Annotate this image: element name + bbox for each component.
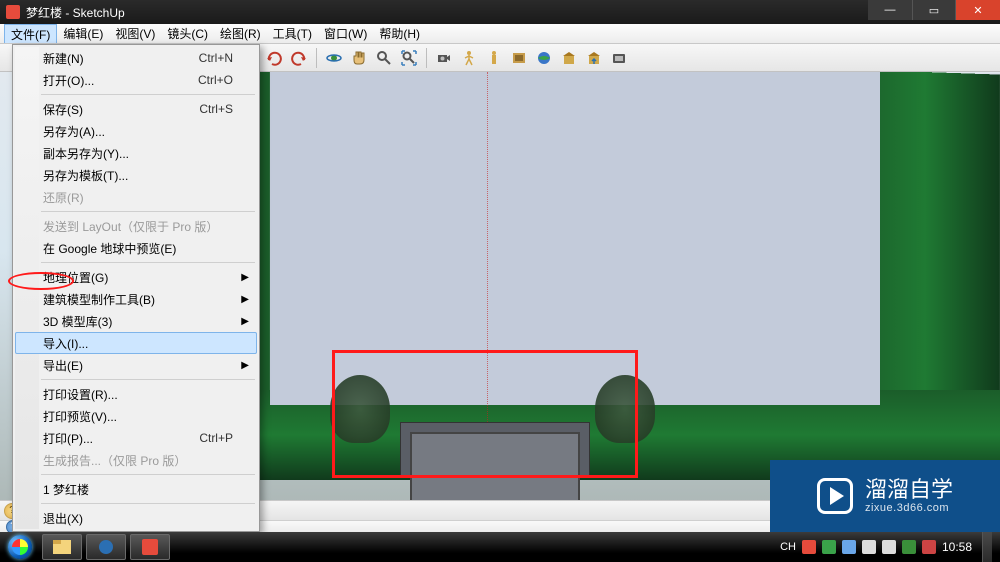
window-controls: — ▭ ✕	[868, 0, 1000, 20]
tray-icon[interactable]	[902, 540, 916, 554]
menu-file[interactable]: 文件(F)	[4, 24, 57, 43]
file-menu-dropdown: 新建(N)Ctrl+N 打开(O)...Ctrl+O 保存(S)Ctrl+S 另…	[12, 44, 260, 532]
volume-icon[interactable]	[882, 540, 896, 554]
menu-tools[interactable]: 工具(T)	[267, 24, 318, 43]
task-app-1[interactable]	[86, 534, 126, 560]
show-desktop-button[interactable]	[982, 532, 992, 562]
look-around-icon[interactable]	[483, 47, 505, 69]
menu-separator	[41, 503, 255, 504]
watermark-overlay: 溜溜自学 zixue.3d66.com	[770, 460, 1000, 532]
menubar: 文件(F) 编辑(E) 视图(V) 镜头(C) 绘图(R) 工具(T) 窗口(W…	[0, 24, 1000, 44]
undo-icon[interactable]	[263, 47, 285, 69]
menu-view[interactable]: 视图(V)	[109, 24, 161, 43]
google-earth-icon[interactable]	[533, 47, 555, 69]
menu-revert: 还原(R)	[15, 186, 257, 208]
toolbar-separator	[316, 48, 317, 68]
app-icon	[6, 5, 20, 19]
menu-geo-location[interactable]: 地理位置(G)▶	[15, 266, 257, 288]
menu-camera[interactable]: 镜头(C)	[161, 24, 214, 43]
taskbar-clock[interactable]: 10:58	[942, 541, 976, 553]
menu-separator	[41, 262, 255, 263]
tray-icon[interactable]	[842, 540, 856, 554]
menu-separator	[41, 379, 255, 380]
watermark-title: 溜溜自学	[865, 478, 953, 502]
orbit-icon[interactable]	[323, 47, 345, 69]
menu-draw[interactable]: 绘图(R)	[214, 24, 267, 43]
toolbar-separator	[426, 48, 427, 68]
position-camera-icon[interactable]	[433, 47, 455, 69]
task-sketchup[interactable]	[130, 534, 170, 560]
menu-preview-in-googleearth[interactable]: 在 Google 地球中预览(E)	[15, 237, 257, 259]
network-icon[interactable]	[862, 540, 876, 554]
walk-icon[interactable]	[458, 47, 480, 69]
menu-save-as-template[interactable]: 另存为模板(T)...	[15, 164, 257, 186]
menu-3d-warehouse[interactable]: 3D 模型库(3)▶	[15, 310, 257, 332]
windows-orb-icon	[8, 535, 32, 559]
maximize-button[interactable]: ▭	[912, 0, 956, 20]
close-button[interactable]: ✕	[956, 0, 1000, 20]
tray-icon[interactable]	[822, 540, 836, 554]
system-tray: CH 10:58	[772, 532, 1000, 562]
zoom-icon[interactable]	[373, 47, 395, 69]
menu-save-as[interactable]: 另存为(A)...	[15, 120, 257, 142]
ime-indicator[interactable]: CH	[780, 541, 796, 553]
menu-print-preview[interactable]: 打印预览(V)...	[15, 405, 257, 427]
redo-icon[interactable]	[288, 47, 310, 69]
chevron-right-icon: ▶	[241, 294, 249, 305]
start-button[interactable]	[0, 532, 40, 562]
tray-icon[interactable]	[922, 540, 936, 554]
minimize-button[interactable]: —	[868, 0, 912, 20]
menu-separator	[41, 211, 255, 212]
menu-save[interactable]: 保存(S)Ctrl+S	[15, 98, 257, 120]
menu-save-copy-as[interactable]: 副本另存为(Y)...	[15, 142, 257, 164]
chevron-right-icon: ▶	[241, 316, 249, 327]
extensions-icon[interactable]	[608, 47, 630, 69]
menu-separator	[41, 94, 255, 95]
menu-window[interactable]: 窗口(W)	[318, 24, 373, 43]
chevron-right-icon: ▶	[241, 360, 249, 371]
menu-help[interactable]: 帮助(H)	[373, 24, 426, 43]
menu-send-to-layout: 发送到 LayOut（仅限于 Pro 版）	[15, 215, 257, 237]
zoom-extents-icon[interactable]	[398, 47, 420, 69]
menu-separator	[41, 474, 255, 475]
3d-warehouse-icon[interactable]	[558, 47, 580, 69]
watermark-subtitle: zixue.3d66.com	[865, 502, 953, 514]
window-titlebar: 梦红楼 - SketchUp — ▭ ✕	[0, 0, 1000, 24]
annotation-rectangle	[332, 350, 638, 478]
menu-print[interactable]: 打印(P)...Ctrl+P	[15, 427, 257, 449]
menu-exit[interactable]: 退出(X)	[15, 507, 257, 529]
chevron-right-icon: ▶	[241, 272, 249, 283]
tray-icon[interactable]	[802, 540, 816, 554]
upload-icon[interactable]	[583, 47, 605, 69]
menu-generate-report: 生成报告...（仅限 Pro 版）	[15, 449, 257, 471]
play-icon	[817, 478, 853, 514]
menu-edit[interactable]: 编辑(E)	[57, 24, 109, 43]
window-title: 梦红楼 - SketchUp	[26, 4, 125, 21]
menu-import[interactable]: 导入(I)...	[15, 332, 257, 354]
task-explorer[interactable]	[42, 534, 82, 560]
windows-taskbar: CH 10:58	[0, 532, 1000, 562]
pan-icon[interactable]	[348, 47, 370, 69]
section-icon[interactable]	[508, 47, 530, 69]
menu-print-setup[interactable]: 打印设置(R)...	[15, 383, 257, 405]
menu-export[interactable]: 导出(E)▶	[15, 354, 257, 376]
menu-recent-file-1[interactable]: 1 梦红楼	[15, 478, 257, 500]
menu-building-maker[interactable]: 建筑模型制作工具(B)▶	[15, 288, 257, 310]
menu-new[interactable]: 新建(N)Ctrl+N	[15, 47, 257, 69]
menu-open[interactable]: 打开(O)...Ctrl+O	[15, 69, 257, 91]
